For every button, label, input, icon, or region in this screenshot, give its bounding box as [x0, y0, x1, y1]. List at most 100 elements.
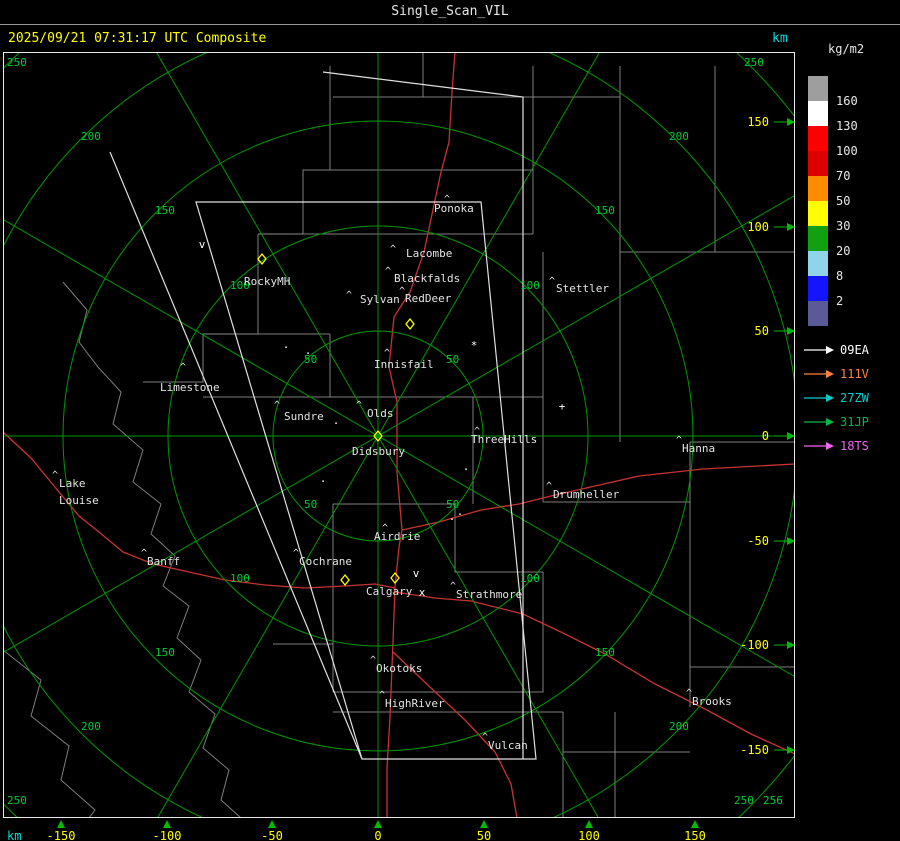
- track-arrow-icon: [804, 418, 834, 426]
- track-arrow-icon: [804, 346, 834, 354]
- town-marker: ^: [385, 266, 391, 277]
- bottom-axis-tick-arrow: [480, 820, 488, 828]
- city-label: Lake: [59, 477, 86, 490]
- right-axis-label: -100: [740, 638, 769, 652]
- right-axis-label: 100: [747, 220, 769, 234]
- range-ring-label: 150: [595, 646, 615, 659]
- bottom-axis-tick-arrow: [585, 820, 593, 828]
- track-id: 31JP: [840, 415, 869, 429]
- city-label: Ponoka: [434, 202, 474, 215]
- town-marker: ^: [52, 470, 58, 481]
- highway-line: [392, 651, 518, 817]
- range-ring-label: 50: [446, 353, 459, 366]
- right-axis-unit-label: km: [772, 31, 788, 46]
- colorbar-value: 20: [836, 244, 851, 258]
- airport-marker: [405, 317, 415, 331]
- bottom-axis-label: 0: [374, 829, 381, 841]
- colorbar-swatch: [808, 276, 828, 301]
- radar-map[interactable]: 250 200 150 100 50 250 200 150 100 50 250 200 150 100…: [3, 52, 795, 841]
- map-marker: .: [463, 460, 470, 473]
- bottom-axis-tick-arrow: [691, 820, 699, 828]
- range-ring-label: 250: [734, 794, 754, 807]
- city-label: Innisfail: [374, 358, 434, 371]
- city-label: ThreeHills: [471, 433, 537, 446]
- right-axis-tick-arrow: [787, 432, 795, 440]
- range-ring-label: 256: [763, 794, 783, 807]
- range-ring-label: 200: [669, 130, 689, 143]
- city-label: Didsbury: [352, 445, 405, 458]
- city-label: Okotoks: [376, 662, 422, 675]
- city-label: Limestone: [160, 381, 220, 394]
- colorbar-value: 8: [836, 269, 844, 283]
- bottom-axis-label: -100: [153, 829, 182, 841]
- right-axis-label: 0: [762, 429, 769, 443]
- colorbar-swatch: [808, 176, 828, 201]
- range-ring-label: 150: [155, 646, 175, 659]
- colorbar-value: 100: [836, 144, 858, 158]
- town-marker: ^: [180, 362, 186, 373]
- city-label: Brooks: [692, 695, 732, 708]
- right-axis-label: 50: [755, 324, 769, 338]
- county-boundary: [4, 650, 96, 817]
- range-ring-label: 50: [304, 498, 317, 511]
- bottom-axis-label: 100: [578, 829, 600, 841]
- colorbar-value: 130: [836, 119, 858, 133]
- range-ring-label: 150: [155, 204, 175, 217]
- colorbar-swatch: [808, 151, 828, 176]
- map-marker: v: [413, 567, 420, 580]
- colorbar-value: 2: [836, 294, 844, 308]
- map-marker: .: [305, 344, 312, 357]
- bottom-axis-unit-label: km: [7, 829, 21, 841]
- track-id: 27ZW: [840, 391, 869, 405]
- highway-line: [394, 591, 794, 755]
- colorbar-swatch: [808, 251, 828, 276]
- county-boundary: [143, 234, 259, 383]
- bottom-axis-label: 150: [684, 829, 706, 841]
- scan-timestamp: 2025/09/21 07:31:17 UTC Composite: [8, 31, 267, 46]
- track-legend: 09EA 111V 27ZW 31JP 18TS: [804, 338, 900, 458]
- window-title: Single_Scan_VIL: [0, 0, 900, 25]
- city-label: Sylvan: [360, 293, 400, 306]
- bottom-axis-tick-arrow: [374, 820, 382, 828]
- city-label: Olds: [367, 407, 394, 420]
- range-ring-label: 100: [520, 279, 540, 292]
- county-boundary: [62, 281, 241, 817]
- colorbar-swatch: [808, 101, 828, 126]
- range-ring-label: 100: [230, 572, 250, 585]
- town-marker: ^: [390, 244, 396, 255]
- map-marker: .: [333, 414, 340, 427]
- track-arrow-icon: [804, 370, 834, 378]
- map-layers: 250 200 150 100 50 250 200 150 100 50 250 200 150 100…: [4, 53, 794, 817]
- town-marker: ^: [356, 400, 362, 411]
- city-label: Strathmore: [456, 588, 522, 601]
- county-boundary: [333, 66, 534, 98]
- radar-domain-outline: [109, 151, 363, 760]
- range-ring-label: 250: [744, 56, 764, 69]
- map-marker: +: [559, 400, 566, 413]
- bottom-axis-label: -150: [47, 829, 76, 841]
- radar-domain-outline: [322, 71, 524, 759]
- colorbar-swatch: [808, 226, 828, 251]
- city-label: Hanna: [682, 442, 715, 455]
- map-marker: *: [471, 339, 478, 352]
- city-label: HighRiver: [385, 697, 445, 710]
- range-ring-label: 250: [7, 56, 27, 69]
- bottom-axis-label: -50: [261, 829, 283, 841]
- right-axis-label: -150: [740, 743, 769, 757]
- city-label: Drumheller: [553, 488, 620, 501]
- bottom-axis-tick-arrow: [163, 820, 171, 828]
- map-marker: x: [419, 586, 426, 599]
- town-marker: ^: [546, 481, 552, 492]
- county-boundary: [258, 66, 331, 235]
- track-legend-item: 18TS: [804, 434, 900, 458]
- track-legend-item: 31JP: [804, 410, 900, 434]
- legend-sidebar: kg/m2 160 130 100 70 50 30 20 8 2 09EA 111V 27ZW 31…: [800, 42, 900, 822]
- right-axis-tick-arrow: [787, 537, 795, 545]
- range-ring-label: 250: [7, 794, 27, 807]
- range-ring-label: 150: [595, 204, 615, 217]
- colorbar-value: 30: [836, 219, 851, 233]
- track-id: 18TS: [840, 439, 869, 453]
- radar-window: Single_Scan_VIL 2025/09/21 07:31:17 UTC …: [0, 0, 900, 841]
- city-label: Lacombe: [406, 247, 452, 260]
- track-id: 111V: [840, 367, 869, 381]
